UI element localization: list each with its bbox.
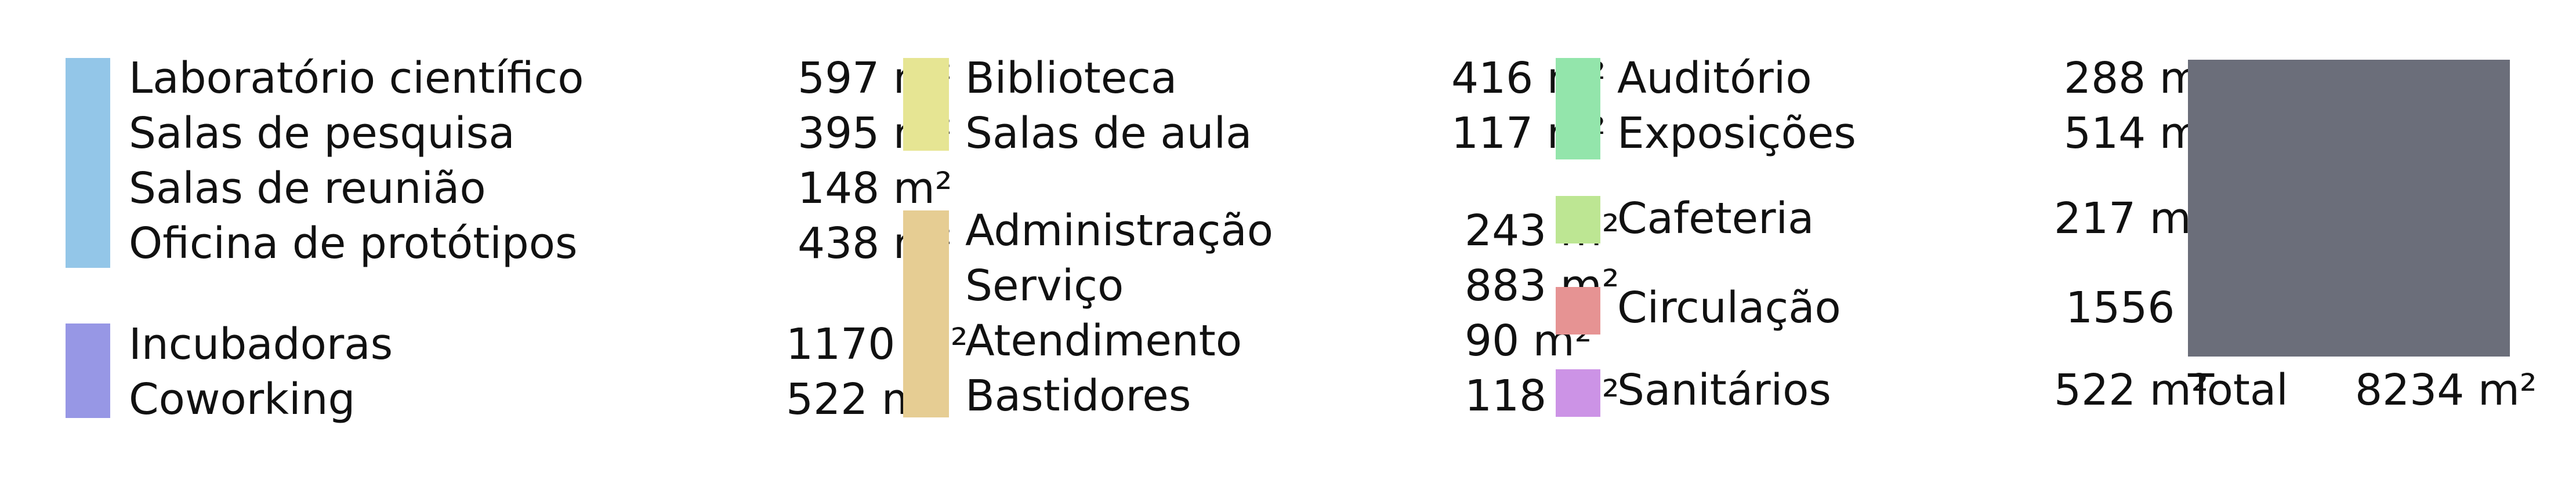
space-label: Laboratório científico: [129, 53, 584, 103]
space-label: Salas de aula: [965, 108, 1252, 158]
space-label: Atendimento: [965, 316, 1242, 366]
space-area-value: 522 m²: [2054, 365, 2209, 415]
color-swatch-incubation: [66, 323, 110, 418]
space-label: Salas de pesquisa: [129, 108, 515, 158]
color-swatch-public: [1556, 58, 1600, 159]
color-swatch-learning: [903, 58, 949, 151]
space-label: Serviço: [965, 261, 1124, 311]
area-legend: Laboratório científico 597 m² Salas de pes…: [0, 0, 2576, 498]
space-label: Exposições: [1617, 108, 1856, 158]
space-label: Circulação: [1617, 283, 1841, 333]
space-label: Auditório: [1617, 53, 1812, 103]
total-swatch: [2188, 60, 2510, 357]
space-label: Bastidores: [965, 371, 1191, 421]
space-area-value: 148 m²: [798, 163, 952, 213]
color-swatch-research: [66, 58, 110, 268]
color-swatch-restrooms: [1556, 369, 1600, 417]
space-label: Sanitários: [1617, 365, 1831, 415]
space-label: Incubadoras: [129, 319, 393, 369]
space-label: Oficina de protótipos: [129, 219, 578, 268]
space-area-value: 217 m²: [2054, 194, 2209, 243]
space-label: Biblioteca: [965, 53, 1178, 103]
space-label: Coworking: [129, 375, 356, 424]
space-label: Cafeteria: [1617, 194, 1814, 243]
space-label: Salas de reunião: [129, 163, 486, 213]
color-swatch-cafe: [1556, 196, 1600, 243]
color-swatch-circulation: [1556, 287, 1600, 335]
total-label: Total: [2188, 365, 2288, 415]
color-swatch-operations: [903, 210, 949, 417]
total-value: 8234 m²: [2355, 365, 2537, 415]
space-label: Administração: [965, 206, 1274, 256]
